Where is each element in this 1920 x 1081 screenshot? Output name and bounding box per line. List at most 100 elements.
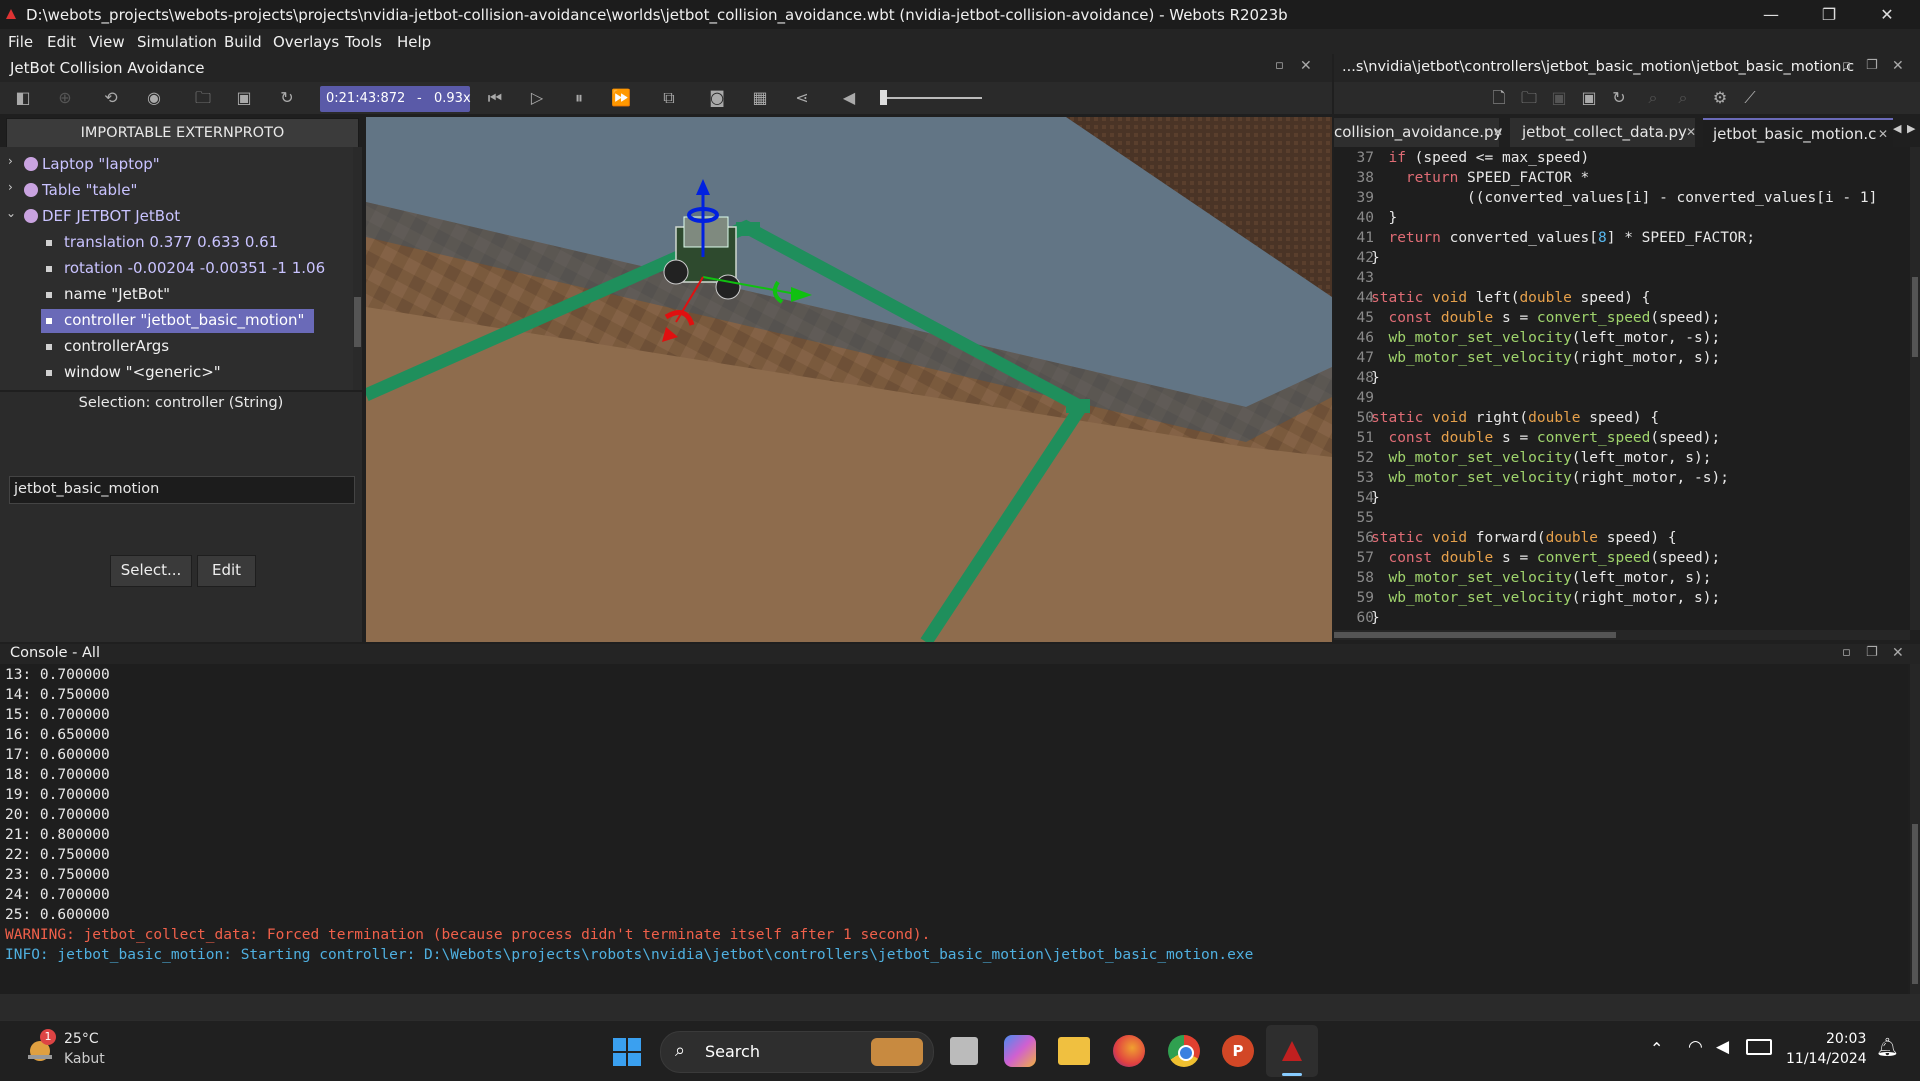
scrollbar-thumb[interactable] [1912, 824, 1918, 984]
find-icon[interactable]: ⌕ [1642, 87, 1664, 109]
code-line[interactable]: 42} [1334, 250, 1920, 270]
firefox-icon[interactable] [1113, 1035, 1145, 1067]
toggle-scene-tree-icon[interactable]: ◧ [12, 87, 34, 109]
select-button[interactable]: Select... [110, 555, 192, 587]
tab-collision-avoidance[interactable]: collision_avoidance.py ✕ [1334, 118, 1503, 147]
reset-simulation-icon[interactable]: ↻ [276, 87, 298, 109]
task-view-icon[interactable] [950, 1037, 978, 1065]
code-line[interactable]: 48} [1334, 370, 1920, 390]
menu-build[interactable]: Build [224, 33, 262, 51]
collapse-arrow-icon[interactable]: ⌄ [6, 206, 16, 220]
code-line[interactable]: 50 static void right(double speed) { [1334, 410, 1920, 430]
play-icon[interactable]: ▷ [526, 87, 548, 109]
code-line[interactable]: 43 [1334, 270, 1920, 290]
replace-icon[interactable]: ⌕ [1672, 87, 1694, 109]
code-line[interactable]: 37 if (speed <= max_speed) [1334, 150, 1920, 170]
scrollbar-thumb[interactable] [1334, 632, 1616, 638]
code-line[interactable]: 45 const double s = convert_speed(speed)… [1334, 310, 1920, 330]
open-world-icon[interactable]: 🗀 [192, 87, 214, 109]
code-line[interactable]: 38 return SPEED_FACTOR * [1334, 170, 1920, 190]
render-toggle-icon[interactable]: ⧉ [658, 87, 680, 109]
code-line[interactable]: 47 wb_motor_set_velocity(right_motor, s)… [1334, 350, 1920, 370]
build-gear-icon[interactable]: ⚙ [1709, 87, 1731, 109]
record-movie-icon[interactable]: ▦ [749, 87, 771, 109]
tab-scroll-right-icon[interactable]: ▶ [1907, 122, 1915, 135]
taskbar-search[interactable]: ⌕ Search [660, 1031, 934, 1073]
menu-edit[interactable]: Edit [47, 33, 76, 51]
scrollbar-thumb[interactable] [1912, 277, 1918, 357]
3d-viewport[interactable] [366, 117, 1332, 642]
menu-overlays[interactable]: Overlays [273, 33, 339, 51]
tab-jetbot-collect-data[interactable]: jetbot_collect_data.py ✕ [1510, 118, 1696, 147]
3d-scene[interactable] [366, 117, 1332, 642]
share-icon[interactable]: ⋖ [791, 87, 813, 109]
scrollbar-thumb[interactable] [354, 297, 361, 347]
volume-slider-handle[interactable] [880, 90, 887, 105]
reload-icon[interactable]: ⟲ [100, 87, 122, 109]
copilot-icon[interactable] [1004, 1035, 1036, 1067]
close-window-button[interactable]: ✕ [1858, 0, 1916, 29]
maximize-panel-icon[interactable]: ❐ [1866, 645, 1878, 660]
chrome-icon[interactable] [1168, 1035, 1200, 1067]
code-line[interactable]: 40 } [1334, 210, 1920, 230]
windows-start-icon[interactable] [612, 1037, 642, 1067]
float-panel-icon[interactable]: ▫ [1842, 58, 1851, 73]
menu-file[interactable]: File [8, 33, 33, 51]
code-line[interactable]: 54} [1334, 490, 1920, 510]
float-panel-icon[interactable]: ▫ [1842, 645, 1851, 660]
code-line[interactable]: 39 ((converted_values[i] - converted_val… [1334, 190, 1920, 210]
code-line[interactable]: 60} [1334, 610, 1920, 630]
scene-tree-scrollbar[interactable] [353, 147, 362, 390]
code-line[interactable]: 53 wb_motor_set_velocity(right_motor, -s… [1334, 470, 1920, 490]
restore-button[interactable]: ❐ [1800, 0, 1858, 29]
menu-simulation[interactable]: Simulation [137, 33, 217, 51]
controller-value-input[interactable]: jetbot_basic_motion [9, 476, 355, 504]
view-eye-icon[interactable]: ◉ [143, 87, 165, 109]
show-hidden-icons[interactable]: ⌃ [1650, 1039, 1663, 1058]
open-file-icon[interactable]: 🗀 [1518, 87, 1540, 109]
code-line[interactable]: 41 return converted_values[8] * SPEED_FA… [1334, 230, 1920, 250]
close-panel-icon[interactable]: ✕ [1300, 58, 1312, 74]
code-line[interactable]: 56 static void forward(double speed) { [1334, 530, 1920, 550]
clock-date[interactable]: 11/14/2024 [1786, 1051, 1867, 1067]
code-line[interactable]: 51 const double s = convert_speed(speed)… [1334, 430, 1920, 450]
wifi-icon[interactable]: ◠ [1688, 1037, 1703, 1057]
save-file-icon[interactable]: ▣ [1548, 87, 1570, 109]
minimize-button[interactable]: — [1742, 0, 1800, 29]
importable-externproto-button[interactable]: IMPORTABLE EXTERNPROTO [6, 118, 359, 148]
fast-forward-icon[interactable]: ⏩ [610, 87, 632, 109]
menu-view[interactable]: View [89, 33, 125, 51]
maximize-panel-icon[interactable]: ❐ [1866, 58, 1878, 73]
expand-arrow-icon[interactable]: › [8, 154, 13, 168]
tab-close-icon[interactable]: ✕ [1686, 118, 1696, 147]
field-controller-selected[interactable]: controller "jetbot_basic_motion" [41, 309, 314, 333]
code-line[interactable]: 52 wb_motor_set_velocity(left_motor, s); [1334, 450, 1920, 470]
float-panel-icon[interactable]: ▫ [1275, 58, 1284, 73]
clock-time[interactable]: 20:03 [1826, 1031, 1866, 1047]
battery-icon[interactable] [1746, 1039, 1772, 1055]
close-panel-icon[interactable]: ✕ [1892, 58, 1904, 74]
clean-broom-icon[interactable]: ⟋ [1739, 87, 1761, 109]
console-output[interactable]: 13: 0.700000 14: 0.750000 15: 0.700000 16: … [0, 664, 1908, 994]
pause-icon[interactable]: ⏸ [568, 87, 590, 109]
code-line[interactable]: 49 [1334, 390, 1920, 410]
console-scrollbar[interactable] [1910, 664, 1920, 994]
save-as-icon[interactable]: ▣ [1578, 87, 1600, 109]
save-world-icon[interactable]: ▣ [233, 87, 255, 109]
notification-bell-icon[interactable]: 🔔︎ [1876, 1037, 1899, 1058]
speaker-icon[interactable]: ◀ [1716, 1037, 1729, 1057]
screenshot-icon[interactable]: ◙ [706, 87, 728, 109]
weather-icon[interactable]: 1 [22, 1029, 58, 1067]
code-editor[interactable]: 37 if (speed <= max_speed) 38 return SPEE… [1334, 147, 1920, 630]
step-back-icon[interactable]: ⏮ [484, 87, 506, 109]
edit-button[interactable]: Edit [197, 555, 256, 587]
editor-horizontal-scrollbar[interactable] [1334, 630, 1910, 640]
powerpoint-icon[interactable]: P [1222, 1035, 1254, 1067]
code-line[interactable]: 44 static void left(double speed) { [1334, 290, 1920, 310]
menu-tools[interactable]: Tools [345, 33, 382, 51]
webots-taskbar-button[interactable] [1266, 1025, 1318, 1077]
revert-icon[interactable]: ↻ [1608, 87, 1630, 109]
tab-close-icon[interactable]: ✕ [1878, 120, 1888, 149]
editor-vertical-scrollbar[interactable] [1910, 147, 1920, 630]
tab-jetbot-basic-motion[interactable]: jetbot_basic_motion.c ✕ [1703, 118, 1893, 149]
